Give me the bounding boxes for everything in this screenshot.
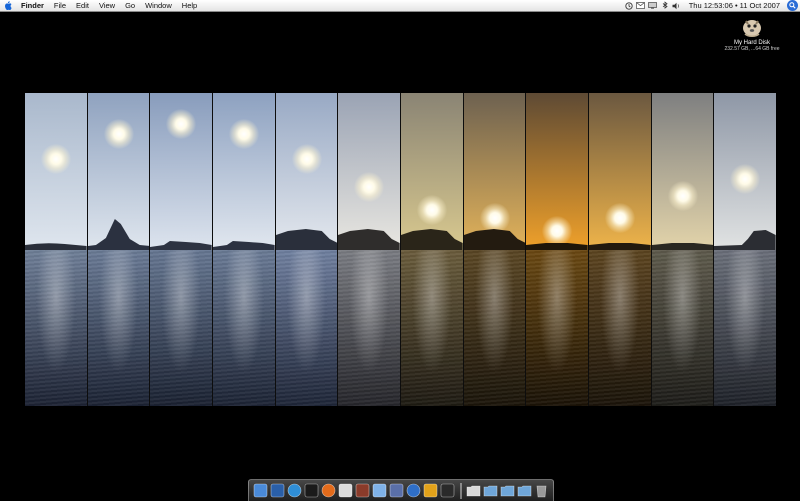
spotlight-icon[interactable] — [786, 0, 798, 11]
island-silhouette — [401, 228, 463, 250]
wallpaper-panel — [25, 93, 88, 406]
wallpaper-panel — [401, 93, 464, 406]
water — [589, 249, 651, 406]
island-silhouette — [87, 218, 150, 250]
wallpaper-panorama — [25, 93, 777, 406]
water — [338, 249, 401, 406]
menu-bar: Finder File Edit View Go Window Help Thu… — [0, 0, 800, 12]
applications-folder-icon[interactable] — [483, 483, 499, 499]
wallpaper-panel — [651, 93, 715, 406]
documents-folder-icon[interactable] — [500, 483, 516, 499]
downloads-folder-icon[interactable] — [517, 483, 533, 499]
volume-icon[interactable] — [671, 0, 683, 11]
menu-go[interactable]: Go — [120, 0, 140, 11]
script-editor-icon[interactable] — [355, 483, 371, 499]
wallpaper-panel — [526, 93, 590, 406]
wallpaper-panel — [463, 93, 527, 406]
dock — [248, 479, 554, 501]
apple-icon[interactable] — [0, 1, 16, 10]
home-folder-icon[interactable] — [466, 483, 482, 499]
island-silhouette — [463, 228, 526, 250]
menu-finder[interactable]: Finder — [16, 0, 49, 11]
wallpaper-panel — [150, 93, 214, 406]
mail-icon[interactable] — [635, 0, 647, 11]
itunes-icon[interactable] — [406, 483, 422, 499]
wallpaper-panel — [87, 93, 151, 406]
island-silhouette — [150, 240, 213, 250]
water — [87, 249, 150, 406]
wallpaper-panel — [338, 93, 402, 406]
trash-icon[interactable] — [534, 483, 550, 499]
wallpaper-panel — [714, 93, 777, 406]
sun — [166, 109, 197, 140]
island-silhouette — [25, 242, 87, 250]
sun — [40, 143, 71, 174]
sun — [103, 118, 134, 149]
island-silhouette — [526, 242, 589, 250]
hard-disk-icon[interactable] — [740, 15, 764, 39]
finder-icon[interactable] — [253, 483, 269, 499]
island-silhouette — [651, 242, 714, 250]
water — [150, 249, 213, 406]
automator-icon[interactable] — [389, 483, 405, 499]
water — [213, 249, 275, 406]
menu-window[interactable]: Window — [140, 0, 177, 11]
menu-file[interactable]: File — [49, 0, 71, 11]
terminal-icon[interactable] — [304, 483, 320, 499]
water — [275, 249, 338, 406]
sun — [291, 143, 322, 174]
sun — [228, 118, 259, 149]
island-silhouette — [589, 242, 651, 250]
sun — [730, 164, 761, 195]
water — [25, 249, 87, 406]
desktop-hard-disk[interactable]: My Hard Disk 232.57 GB, ...64 GB free — [712, 15, 792, 52]
wallpaper-panel — [589, 93, 652, 406]
island-silhouette — [275, 228, 338, 250]
wallpaper-panel — [275, 93, 339, 406]
water — [401, 249, 463, 406]
ichat-icon[interactable] — [372, 483, 388, 499]
safari-icon[interactable] — [287, 483, 303, 499]
menu-edit[interactable]: Edit — [71, 0, 94, 11]
quicksilver-icon[interactable] — [440, 483, 456, 499]
water — [463, 249, 526, 406]
dashboard-icon[interactable] — [270, 483, 286, 499]
display-icon[interactable] — [647, 0, 659, 11]
firefox-icon[interactable] — [321, 483, 337, 499]
menu-extras: Thu 12:53:06 • 11 Oct 2007 — [623, 0, 798, 11]
x11-icon[interactable] — [338, 483, 354, 499]
water — [651, 249, 714, 406]
bluetooth-icon[interactable] — [659, 0, 671, 11]
island-silhouette — [714, 229, 777, 250]
island-silhouette — [213, 240, 275, 250]
xcode-icon[interactable] — [423, 483, 439, 499]
wallpaper-panel — [213, 93, 276, 406]
sun — [354, 171, 385, 202]
menu-help[interactable]: Help — [177, 0, 202, 11]
water — [714, 249, 777, 406]
island-silhouette — [338, 228, 401, 250]
disk-info-label: 232.57 GB, ...64 GB free — [724, 46, 780, 52]
water — [526, 249, 589, 406]
menu-clock[interactable]: Thu 12:53:06 • 11 Oct 2007 — [683, 1, 786, 10]
dock-separator — [459, 482, 462, 499]
time-machine-icon[interactable] — [623, 0, 635, 11]
menu-view[interactable]: View — [94, 0, 120, 11]
